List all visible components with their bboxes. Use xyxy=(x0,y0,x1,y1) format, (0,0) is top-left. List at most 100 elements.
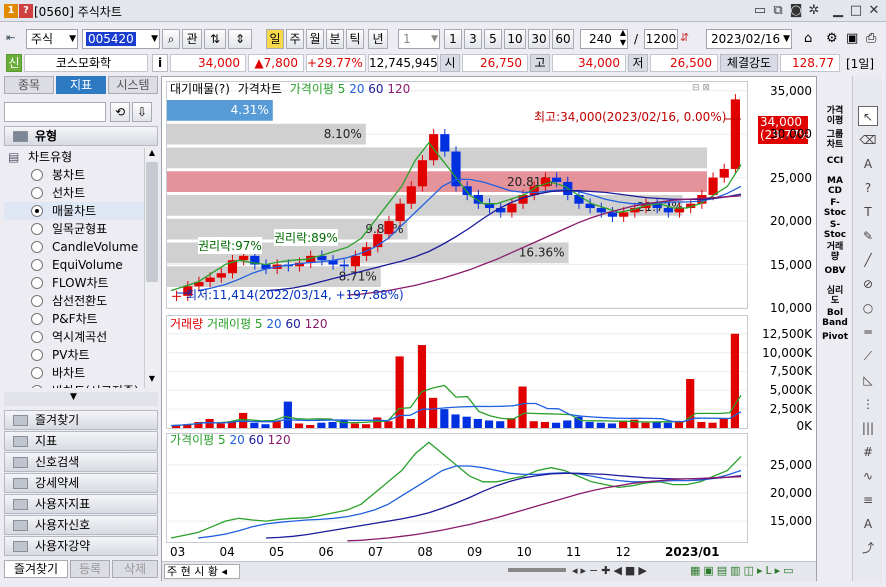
chart-type-item[interactable]: 선차트 xyxy=(4,184,144,202)
tab-system[interactable]: 시스템 xyxy=(108,76,158,94)
scroll-controls[interactable]: ◂▸−✚◀■▶ xyxy=(572,564,650,577)
interval-30[interactable]: 30 xyxy=(528,29,550,49)
hline-icon[interactable]: ═ xyxy=(858,322,878,342)
search-input[interactable] xyxy=(4,102,106,122)
cursor-icon[interactable]: ↖ xyxy=(858,106,878,126)
line-icon[interactable]: ╱ xyxy=(858,250,878,270)
prev-icon[interactable]: ⇤ xyxy=(6,31,20,45)
view-button[interactable]: 관 xyxy=(182,29,202,49)
download-icon[interactable]: ⇩ xyxy=(132,102,152,122)
eraser-icon[interactable]: ⌫ xyxy=(858,130,878,150)
chart-type-item[interactable]: EquiVolume xyxy=(4,256,144,274)
refresh-list-icon[interactable]: ⟲ xyxy=(110,102,130,122)
tab-indicators[interactable]: 지표 xyxy=(56,76,106,94)
wave-icon[interactable]: ∿ xyxy=(858,466,878,486)
radio-icon[interactable] xyxy=(31,187,43,199)
tool-f-stoc[interactable]: F- Stoc xyxy=(820,198,850,218)
pencil-icon[interactable]: ✎ xyxy=(858,226,878,246)
list-scrollbar[interactable]: ▲ ▼ xyxy=(144,148,158,388)
camera-icon[interactable]: ◙ xyxy=(788,3,804,19)
save-icon[interactable]: ▣ xyxy=(846,31,862,47)
tool-psychology[interactable]: 심리 도 xyxy=(820,286,850,306)
chart-type-item[interactable]: P&F차트 xyxy=(4,310,144,328)
copy-icon[interactable]: ⧉ xyxy=(770,3,786,19)
group-folder[interactable]: 즐겨찾기 xyxy=(4,410,158,430)
grid-icon[interactable]: # xyxy=(858,442,878,462)
chart-type-item[interactable]: 일목균형표 xyxy=(4,220,144,238)
maximize-icon[interactable]: □ xyxy=(848,3,864,19)
tool-pivot[interactable]: Pivot xyxy=(820,332,850,342)
radio-icon[interactable] xyxy=(31,367,43,379)
restore-icon[interactable]: ▭ xyxy=(752,3,768,19)
total-count-input[interactable]: 1200 xyxy=(644,29,678,49)
building-icon[interactable]: ⌂ xyxy=(804,31,820,47)
arrow-icon[interactable]: ⤴ xyxy=(858,538,878,558)
scroll-down-icon[interactable]: ▼ xyxy=(146,374,158,386)
group-folder[interactable]: 사용자지표 xyxy=(4,494,158,514)
scroll-up-icon[interactable]: ▲ xyxy=(146,148,158,160)
chart-type-item[interactable]: FLOW차트 xyxy=(4,274,144,292)
period-month[interactable]: 월 xyxy=(306,29,324,49)
text-icon[interactable]: A xyxy=(858,154,878,174)
tool-volume[interactable]: 거래 량 xyxy=(820,242,850,262)
tool-obv[interactable]: OBV xyxy=(820,266,850,276)
radio-icon[interactable] xyxy=(31,241,43,253)
print-icon[interactable]: ⎙ xyxy=(866,31,882,47)
interval-60[interactable]: 60 xyxy=(552,29,574,49)
section-type[interactable]: 유형 xyxy=(4,126,158,146)
chart-type-item[interactable]: 바차트 xyxy=(4,364,144,382)
refresh-icon[interactable]: ⇵ xyxy=(680,31,698,47)
radio-icon[interactable] xyxy=(31,169,43,181)
bars-icon[interactable]: ||| xyxy=(858,418,878,438)
close-icon[interactable]: ✕ xyxy=(866,3,882,19)
tool-macd[interactable]: MA CD xyxy=(820,176,850,196)
group-folder[interactable]: 신호검색 xyxy=(4,452,158,472)
ruler-icon[interactable]: ⊘ xyxy=(858,274,878,294)
radio-icon[interactable] xyxy=(31,277,43,289)
fib-icon[interactable]: ⋮ xyxy=(858,394,878,414)
trend-icon[interactable]: ⟋ xyxy=(858,346,878,366)
triangle-icon[interactable]: ◺ xyxy=(858,370,878,390)
chart-type-item[interactable]: 삼선전환도 xyxy=(4,292,144,310)
group-folder[interactable]: 강세약세 xyxy=(4,473,158,493)
chart-type-item[interactable]: 매물차트 xyxy=(4,202,144,220)
zoom-slider[interactable] xyxy=(508,568,566,572)
chart-type-item[interactable]: 바차트(시고저종) xyxy=(4,382,144,388)
chart-type-item[interactable]: 역시계곡선 xyxy=(4,328,144,346)
period-day[interactable]: 일 xyxy=(266,29,284,49)
group-folder[interactable]: 사용자강약 xyxy=(4,536,158,556)
minimize-icon[interactable]: ▁ xyxy=(830,3,846,19)
list-icon[interactable]: ≡ xyxy=(858,490,878,510)
radio-icon[interactable] xyxy=(31,295,43,307)
radio-icon[interactable] xyxy=(31,223,43,235)
tab-favorites[interactable]: 즐겨찾기 xyxy=(4,560,68,578)
period-count-select[interactable]: 1 ▼ xyxy=(398,29,440,49)
ma-pane[interactable] xyxy=(166,433,748,543)
tab-stocks[interactable]: 종목 xyxy=(4,76,54,94)
radio-icon[interactable] xyxy=(31,385,43,388)
register-button[interactable]: 등록 xyxy=(70,560,110,578)
tool-tabs[interactable]: 주 현 시 황 ◂ xyxy=(164,564,240,579)
period-week[interactable]: 주 xyxy=(286,29,304,49)
settings-icon[interactable]: ⚙ xyxy=(826,31,842,47)
search-icon[interactable]: ⌕ xyxy=(162,29,180,49)
help-icon[interactable]: ? xyxy=(19,4,33,18)
interval-3[interactable]: 3 xyxy=(464,29,482,49)
chart-type-item[interactable]: CandleVolume xyxy=(4,238,144,256)
interval-1[interactable]: 1 xyxy=(444,29,462,49)
group-folder[interactable]: 사용자신호 xyxy=(4,515,158,535)
text-tool-icon[interactable]: T xyxy=(858,202,878,222)
stock-code-input[interactable]: 005420 ▼ xyxy=(82,29,160,49)
tool-cci[interactable]: CCI xyxy=(820,156,850,166)
circle-icon[interactable]: ○ xyxy=(858,298,878,318)
group-folder[interactable]: 지표 xyxy=(4,431,158,451)
radio-icon[interactable] xyxy=(31,349,43,361)
splitter[interactable]: ▼ xyxy=(4,392,158,406)
auto-icon[interactable]: A xyxy=(858,514,878,534)
tool-price-ma[interactable]: 가격 이평 xyxy=(820,106,850,126)
period-year[interactable]: 년 xyxy=(368,29,388,49)
scroll-thumb[interactable] xyxy=(146,162,158,282)
period-minute[interactable]: 분 xyxy=(326,29,344,49)
radio-icon[interactable] xyxy=(31,259,43,271)
chart-type-group[interactable]: ▤ 차트유형 xyxy=(4,148,144,166)
